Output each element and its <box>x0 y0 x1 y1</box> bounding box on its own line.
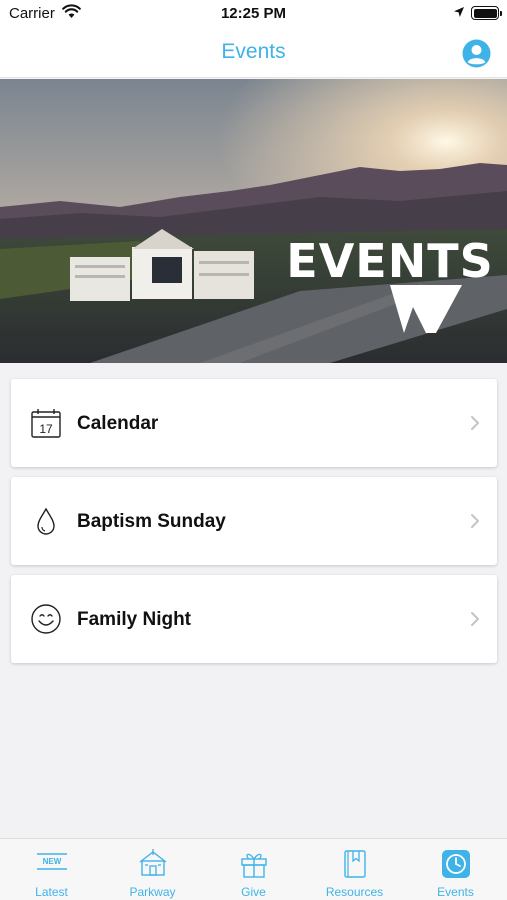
battery-icon <box>471 6 502 20</box>
status-time: 12:25 PM <box>220 5 287 22</box>
clock-icon <box>441 850 470 878</box>
list-item-family-night[interactable]: Family Night <box>11 575 497 663</box>
tab-label: Latest <box>35 885 68 899</box>
book-icon <box>343 850 366 878</box>
location-arrow-icon <box>454 7 464 17</box>
chevron-right-icon <box>471 514 479 528</box>
tab-events[interactable]: Events <box>405 839 506 900</box>
svg-text:NEW: NEW <box>42 857 61 866</box>
tab-resources[interactable]: Resources <box>304 839 405 900</box>
calendar-icon: 17 <box>31 409 61 438</box>
tab-label: Parkway <box>129 885 176 899</box>
hero-image: EVENTS <box>0 79 507 363</box>
nav-bar: Events <box>0 28 507 78</box>
chevron-right-icon <box>471 612 479 626</box>
new-badge-icon: NEW <box>36 853 67 870</box>
status-bar: Carrier 12:25 PM <box>0 0 507 28</box>
hero-overlay-text: EVENTS <box>286 234 493 288</box>
list-item-label: Baptism Sunday <box>77 511 226 532</box>
tab-label: Events <box>437 885 474 899</box>
tab-bar: NEW Latest Parkway Give Resources Events <box>0 838 507 900</box>
hero-illustration: EVENTS <box>0 79 507 363</box>
church-building-icon <box>139 849 166 876</box>
smiley-icon <box>31 604 61 634</box>
list-item-baptism-sunday[interactable]: Baptism Sunday <box>11 477 497 565</box>
chevron-right-icon <box>471 416 479 430</box>
tab-label: Resources <box>325 885 384 899</box>
gift-icon <box>240 853 267 878</box>
tab-parkway[interactable]: Parkway <box>102 839 203 900</box>
tab-label: Give <box>241 885 266 899</box>
profile-icon[interactable] <box>462 39 491 68</box>
list-item-label: Family Night <box>77 609 192 630</box>
list-item-label: Calendar <box>77 413 159 434</box>
tab-give[interactable]: Give <box>203 839 304 900</box>
page-title: Events <box>221 40 286 63</box>
svg-text:17: 17 <box>39 422 53 436</box>
list-item-calendar[interactable]: 17 Calendar <box>11 379 497 467</box>
tab-latest[interactable]: NEW Latest <box>1 839 102 900</box>
water-drop-icon <box>37 507 55 535</box>
